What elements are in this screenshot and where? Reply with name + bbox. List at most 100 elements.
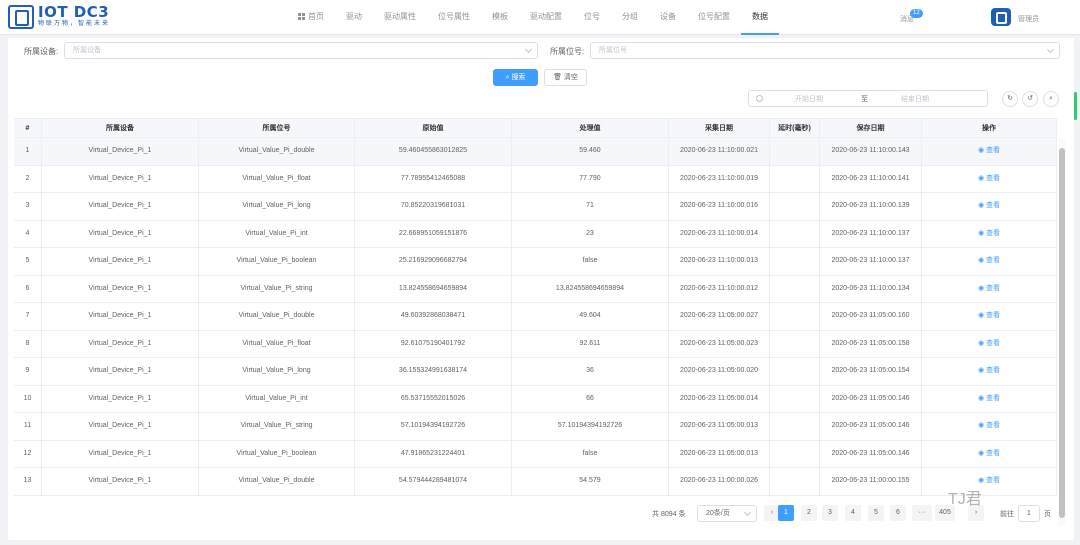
action-cell: ◉ 查看 [922,330,1057,357]
nav-item-10[interactable]: 数据 [741,0,779,35]
page-button[interactable]: ··· [912,505,932,521]
table-row[interactable]: 13 Virtual_Device_Pi_1 Virtual_Value_Pi_do… [14,468,1057,496]
date-range-picker[interactable]: 开始日期 至 结束日期 [748,90,988,107]
table-cell: Virtual_Device_Pi_1 [42,385,199,412]
app-logo[interactable]: IOT DC3 物联万物，智能未来 [8,5,110,29]
table-row[interactable]: 1 Virtual_Device_Pi_1 Virtual_Value_Pi_dou… [14,138,1057,166]
table-row[interactable]: 10 Virtual_Device_Pi_1 Virtual_Value_Pi_in… [14,385,1057,413]
view-button[interactable]: ◉ 查看 [978,367,1000,374]
user-name[interactable]: 管理员 [1018,14,1039,24]
device-select[interactable]: 所属设备 [64,42,538,59]
table-cell: 49.604 [512,303,669,330]
view-button[interactable]: ◉ 查看 [978,312,1000,319]
table-row[interactable]: 6 Virtual_Device_Pi_1 Virtual_Value_Pi_str… [14,275,1057,303]
page-button[interactable]: 6 [890,505,906,521]
end-date-input[interactable]: 结束日期 [901,94,929,104]
table-cell: 9 [14,358,42,385]
start-date-input[interactable]: 开始日期 [795,94,823,104]
side-indicator [1074,92,1077,120]
table-cell: Virtual_Value_Pi_long [199,193,355,220]
pagination-total: 共 8094 条 [652,511,686,518]
table-row[interactable]: 12 Virtual_Device_Pi_1 Virtual_Value_Pi_bo… [14,440,1057,468]
page-button[interactable]: 2 [801,505,817,521]
view-button[interactable]: ◉ 查看 [978,147,1000,154]
table-cell: 71 [512,193,669,220]
chevron-down-icon [524,45,533,54]
table-cell: 10 [14,385,42,412]
column-header: 延时(毫秒) [770,119,820,137]
eye-icon: ◉ [977,284,987,292]
nav-item-0[interactable]: 首页 [287,0,335,35]
view-button[interactable]: ◉ 查看 [978,340,1000,347]
table-cell [770,330,820,357]
view-button[interactable]: ◉ 查看 [978,257,1000,264]
table-cell: 59.460455863012825 [355,138,512,165]
page-button[interactable]: 4 [845,505,861,521]
page-size-select[interactable]: 20条/页 [697,505,757,522]
table-row[interactable]: 8 Virtual_Device_Pi_1 Virtual_Value_Pi_flo… [14,330,1057,358]
view-button[interactable]: ◉ 查看 [978,422,1000,429]
table-row[interactable]: 2 Virtual_Device_Pi_1 Virtual_Value_Pi_flo… [14,165,1057,193]
page-button[interactable]: 1 [778,505,794,521]
table-cell [770,138,820,165]
eye-icon: ◉ [977,477,987,484]
table-cell: 92.61075190401792 [355,330,512,357]
table-row[interactable]: 11 Virtual_Device_Pi_1 Virtual_Value_Pi_st… [14,413,1057,441]
table-cell: Virtual_Value_Pi_long [199,358,355,385]
view-button[interactable]: ◉ 查看 [978,477,1000,484]
nav-item-4[interactable]: 模板 [481,0,519,35]
data-panel: 所属设备: 所属设备 所属位号: 所属位号 ⌕ 搜索 🗑 清空 开始日期 至 结… [8,38,1074,540]
nav-item-9[interactable]: 位号配置 [687,0,741,35]
table-cell: false [512,440,669,467]
user-avatar-icon[interactable] [991,8,1011,26]
view-button[interactable]: ◉ 查看 [978,230,1000,237]
goto-page-input[interactable]: 1 [1018,505,1040,522]
table-row[interactable]: 5 Virtual_Device_Pi_1 Virtual_Value_Pi_boo… [14,248,1057,276]
table-cell: 2020-06-23 11:00:00.026 [669,468,770,495]
clear-button[interactable]: 🗑 清空 [544,69,587,86]
table-cell: 36 [512,358,669,385]
nav-item-5[interactable]: 驱动配置 [519,0,573,35]
table-cell: 2020-06-23 11:10:00.013 [669,248,770,275]
search-icon[interactable]: ⌕ [1043,91,1059,107]
table-scrollbar-thumb[interactable] [1059,148,1065,518]
table-cell: 66 [512,385,669,412]
table-cell: 49.60392868038471 [355,303,512,330]
table-cell: 2020-06-23 11:10:00.143 [820,138,922,165]
view-button[interactable]: ◉ 查看 [978,202,1000,209]
action-cell: ◉ 查看 [922,275,1057,302]
table-row[interactable]: 4 Virtual_Device_Pi_1 Virtual_Value_Pi_int… [14,220,1057,248]
table-cell: 2020-06-23 11:05:00.160 [820,303,922,330]
table-cell: 77.790 [512,165,669,192]
point-select[interactable]: 所属位号 [590,42,1060,59]
table-cell: 22.668951059151876 [355,220,512,247]
table-row[interactable]: 7 Virtual_Device_Pi_1 Virtual_Value_Pi_dou… [14,303,1057,331]
view-button[interactable]: ◉ 查看 [978,450,1000,457]
table-row[interactable]: 3 Virtual_Device_Pi_1 Virtual_Value_Pi_lon… [14,193,1057,221]
nav-item-7[interactable]: 分组 [611,0,649,35]
table-cell: Virtual_Value_Pi_int [199,220,355,247]
table-cell: 2020-06-23 11:05:00.158 [820,330,922,357]
page-button[interactable]: 3 [822,505,838,521]
nav-item-8[interactable]: 设备 [649,0,687,35]
refresh-icon[interactable]: ↺ [1022,91,1038,107]
page-button[interactable]: 5 [868,505,884,521]
search-button[interactable]: ⌕ 搜索 [493,69,538,86]
nav-item-1[interactable]: 驱动 [335,0,373,35]
reset-icon[interactable]: ↻ [1002,91,1018,107]
table-cell: 2020-06-23 11:05:00.154 [820,358,922,385]
view-button[interactable]: ◉ 查看 [978,285,1000,292]
view-button[interactable]: ◉ 查看 [978,175,1000,182]
table-cell: 70.85220319681031 [355,193,512,220]
view-button[interactable]: ◉ 查看 [978,395,1000,402]
action-cell: ◉ 查看 [922,358,1057,385]
table-cell [770,248,820,275]
nav-item-2[interactable]: 驱动属性 [373,0,427,35]
action-cell: ◉ 查看 [922,248,1057,275]
nav-item-6[interactable]: 位号 [573,0,611,35]
column-header: # [14,119,42,137]
eye-icon: ◉ [977,202,987,209]
table-row[interactable]: 9 Virtual_Device_Pi_1 Virtual_Value_Pi_lon… [14,358,1057,386]
action-cell: ◉ 查看 [922,220,1057,247]
nav-item-3[interactable]: 位号属性 [427,0,481,35]
